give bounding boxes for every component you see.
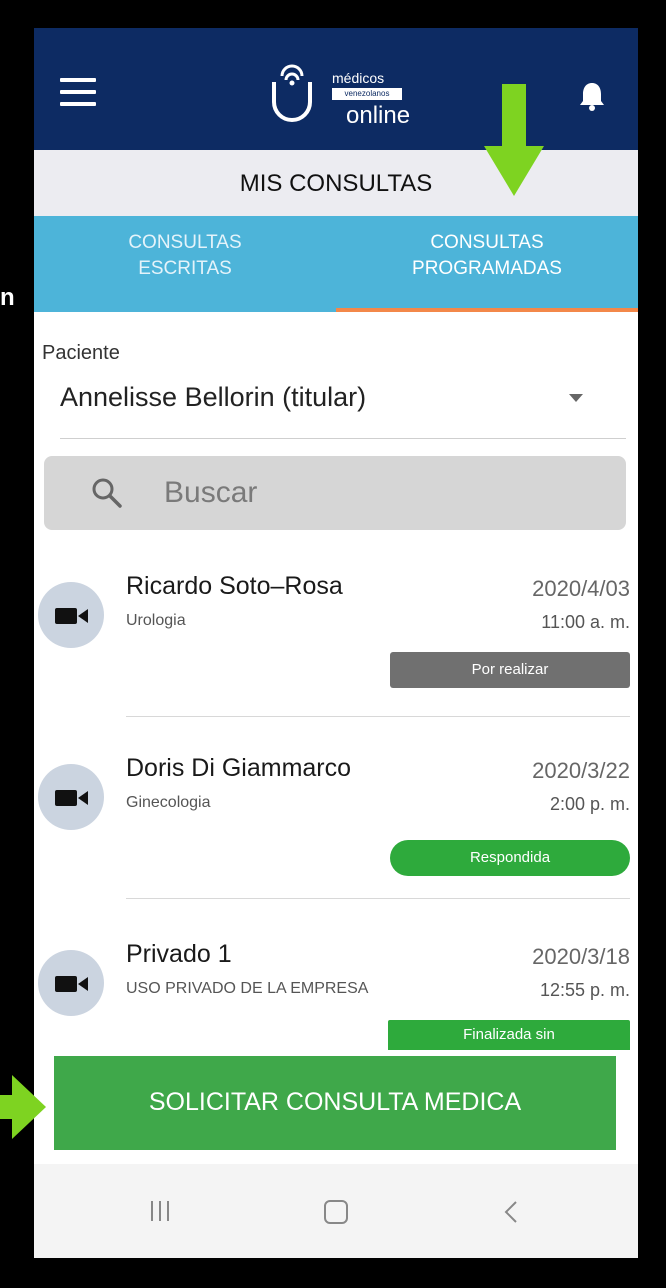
patient-select-underline	[60, 438, 626, 439]
stethoscope-icon	[272, 64, 312, 122]
notification-bell-icon[interactable]	[578, 80, 606, 112]
consultation-date: 2020/4/03	[532, 576, 630, 601]
consultation-row[interactable]: Doris Di Giammarco Ginecologia 2020/3/22…	[34, 754, 638, 904]
page-title: MIS CONSULTAS	[239, 170, 433, 197]
status-bar	[34, 28, 638, 42]
search-input[interactable]: Buscar	[44, 456, 626, 530]
hamburger-menu-icon[interactable]	[60, 78, 96, 108]
specialty: Urologia	[126, 612, 186, 629]
consultation-time: 2:00 p. m.	[549, 794, 630, 814]
cropped-edge-text: n	[0, 284, 15, 311]
avatar	[38, 764, 104, 830]
search-icon	[92, 478, 122, 508]
status-badge: Por realizar	[390, 652, 630, 688]
logo-badge-text: venezolanos	[344, 89, 390, 98]
active-tab-indicator	[336, 308, 638, 312]
avatar	[38, 582, 104, 648]
consultation-row[interactable]: Ricardo Soto–Rosa Urologia 2020/4/03 11:…	[34, 572, 638, 722]
consultation-date: 2020/3/22	[532, 758, 630, 783]
consultation-date: 2020/3/18	[532, 944, 630, 969]
patient-label: Paciente	[42, 342, 120, 364]
app-logo: médicos venezolanos online	[260, 64, 440, 136]
logo-badge: venezolanos	[332, 88, 402, 100]
request-consultation-label: SOLICITAR CONSULTA MEDICA	[148, 1088, 522, 1116]
consultation-time: 11:00 a. m.	[541, 612, 630, 632]
doctor-name: Doris Di Giammarco	[126, 754, 352, 782]
tab-label-line2: PROGRAMADAS	[412, 258, 562, 279]
tab-consultas-escritas[interactable]: CONSULTAS ESCRITAS	[34, 230, 336, 282]
search-placeholder: Buscar	[164, 476, 258, 509]
video-camera-icon	[55, 790, 88, 806]
status-badge: Respondida	[390, 840, 630, 876]
video-camera-icon	[55, 976, 88, 992]
tab-consultas-programadas[interactable]: CONSULTAS PROGRAMADAS	[336, 230, 638, 282]
page-title-bar: MIS CONSULTAS	[34, 150, 638, 216]
recent-apps-icon[interactable]	[150, 1200, 170, 1222]
tab-label-line2: ESCRITAS	[138, 258, 232, 279]
specialty: Ginecologia	[126, 794, 211, 811]
logo-text-medicos: médicos	[332, 70, 385, 86]
tab-label-line1: CONSULTAS	[430, 232, 544, 253]
consultation-time: 12:55 p. m.	[539, 980, 630, 1000]
request-consultation-button[interactable]: SOLICITAR CONSULTA MEDICA	[54, 1056, 616, 1150]
video-camera-icon	[55, 608, 88, 624]
back-icon[interactable]	[504, 1200, 518, 1224]
row-divider	[126, 898, 630, 899]
dropdown-arrow-icon[interactable]	[569, 394, 583, 402]
tab-label-line1: CONSULTAS	[128, 232, 242, 253]
annotation-arrow-right-icon	[0, 1075, 46, 1139]
patient-select[interactable]: Annelisse Bellorin (titular)	[60, 382, 366, 413]
app-header: médicos venezolanos online	[34, 28, 638, 150]
home-icon[interactable]	[324, 1200, 348, 1224]
doctor-name: Ricardo Soto–Rosa	[126, 572, 343, 600]
doctor-name: Privado 1	[126, 940, 232, 968]
annotation-arrow-down-icon	[484, 84, 544, 196]
specialty: USO PRIVADO DE LA EMPRESA	[126, 980, 369, 997]
logo-text-online: online	[346, 102, 411, 129]
row-divider	[126, 716, 630, 717]
avatar	[38, 950, 104, 1016]
status-badge: Finalizada sin	[388, 1020, 630, 1050]
tab-bar: CONSULTAS ESCRITAS CONSULTAS PROGRAMADAS	[34, 216, 638, 312]
system-nav-bar	[34, 1164, 638, 1258]
phone-screen: médicos venezolanos online MIS CONSULTAS…	[34, 28, 638, 1258]
